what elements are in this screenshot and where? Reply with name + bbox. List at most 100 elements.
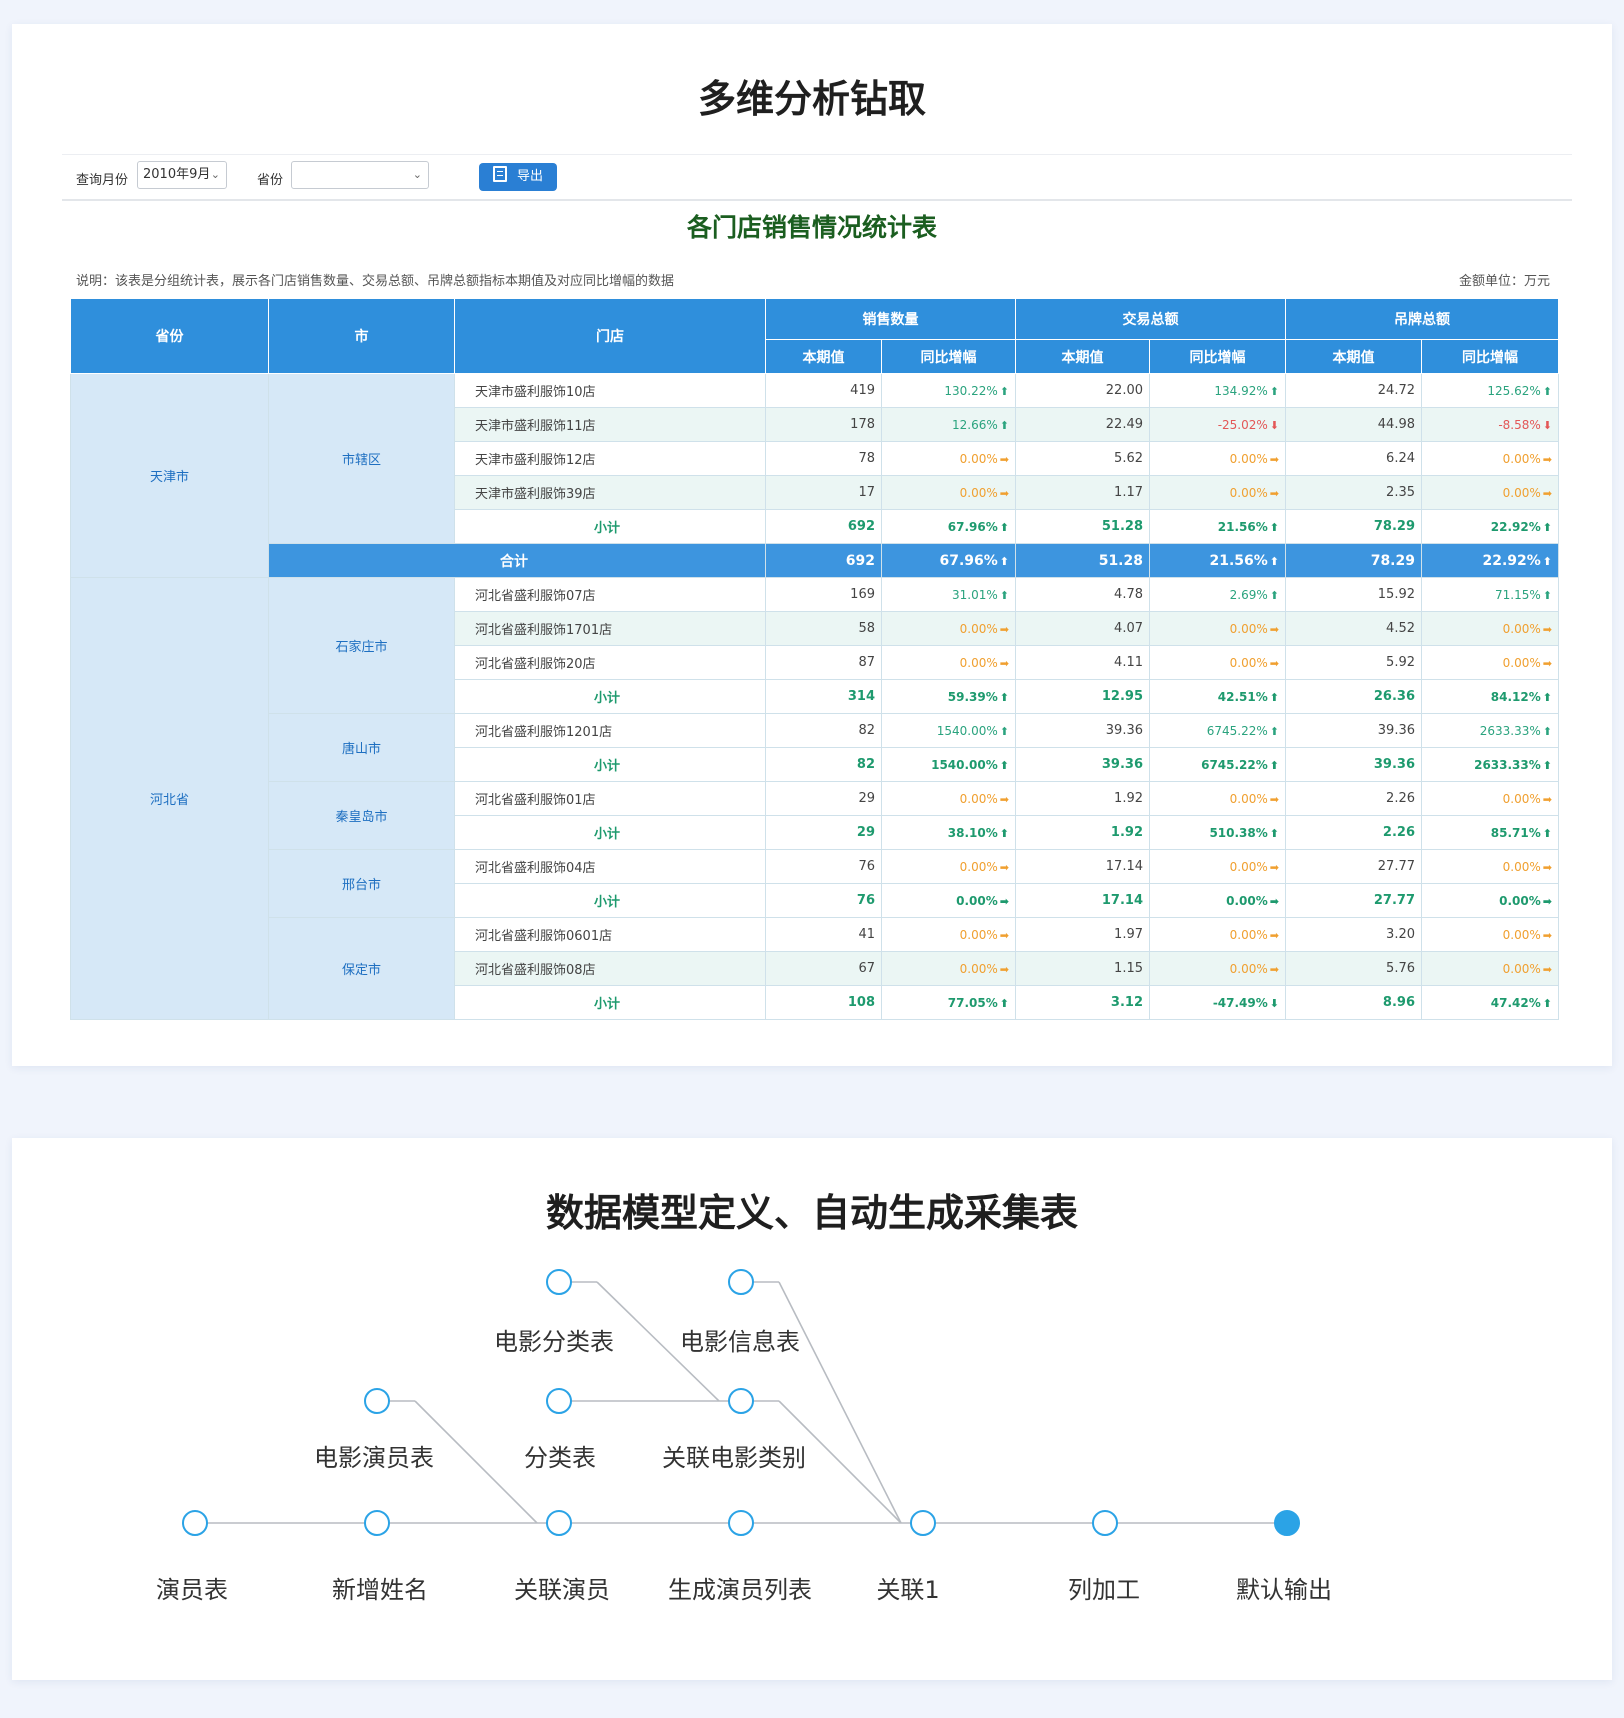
flow-node-label: 分类表	[524, 1444, 596, 1472]
store-cell: 河北省盛利服饰1201店	[454, 713, 766, 748]
tag-yoy-value: 85.71%	[1490, 825, 1541, 840]
tag-yoy: 0.00% ➡	[1421, 917, 1559, 952]
city-cell: 市辖区	[268, 373, 455, 544]
tag-yoy-value: 0.00%	[1502, 621, 1541, 636]
flow-node-movie_cat[interactable]	[546, 1269, 572, 1295]
qty-yoy-value: 0.00%	[959, 859, 998, 874]
flow-node-join_actor[interactable]	[546, 1510, 572, 1536]
header-group-tag: 吊牌总额	[1285, 298, 1559, 340]
qty-current: 76	[765, 849, 882, 884]
amount-current: 39.36	[1015, 713, 1150, 748]
flow-node-label: 关联电影类别	[662, 1444, 806, 1472]
table-row: 秦皇岛市 河北省盛利服饰01店 29 0.00% ➡ 1.92 0.00% ➡ 2.26 0.00…	[71, 781, 1559, 850]
amount-yoy: 6745.22% ⬆	[1149, 713, 1286, 748]
qty-yoy: 0.00% ➡	[881, 611, 1016, 646]
tag-current: 26.36	[1285, 679, 1422, 714]
flow-edge	[778, 1281, 902, 1524]
flow-node-label: 新增姓名	[332, 1576, 428, 1604]
qty-current: 692	[765, 509, 882, 544]
qty-yoy: 0.00% ➡	[881, 645, 1016, 680]
arrow-flat-icon: ➡	[999, 452, 1009, 466]
amount-yoy-value: 0.00%	[1226, 893, 1268, 908]
arrow-flat-icon: ➡	[1269, 486, 1279, 500]
month-select[interactable]: 2010年9月 ⌄	[137, 161, 227, 189]
flow-node-label: 电影分类表	[494, 1328, 614, 1356]
flow-node-category[interactable]	[546, 1388, 572, 1414]
arrow-up-icon: ⬆	[999, 996, 1009, 1010]
flow-node-add_name[interactable]	[364, 1510, 390, 1536]
arrow-up-icon: ⬆	[1269, 690, 1279, 704]
arrow-flat-icon: ➡	[999, 894, 1009, 908]
flow-node-default_out[interactable]	[1274, 1510, 1300, 1536]
subtotal-label: 小计	[454, 509, 766, 544]
amount-yoy-value: 0.00%	[1229, 927, 1268, 942]
amount-yoy: 0.00% ➡	[1149, 951, 1286, 986]
flow-node-movie_info[interactable]	[728, 1269, 754, 1295]
qty-current: 314	[765, 679, 882, 714]
arrow-up-icon: ⬆	[1542, 996, 1552, 1010]
qty-yoy-value: 0.00%	[956, 893, 998, 908]
amount-yoy: 0.00% ➡	[1149, 475, 1286, 510]
amount-yoy-value: 0.00%	[1229, 791, 1268, 806]
qty-yoy: 130.22% ⬆	[881, 373, 1016, 408]
qty-yoy-value: 0.00%	[959, 655, 998, 670]
arrow-up-icon: ⬆	[999, 724, 1009, 738]
tag-yoy-value: 71.15%	[1495, 587, 1541, 602]
document-icon	[492, 166, 507, 182]
arrow-flat-icon: ➡	[1269, 452, 1279, 466]
tag-yoy: 71.15% ⬆	[1421, 577, 1559, 612]
store-cell: 河北省盛利服饰07店	[454, 577, 766, 612]
arrow-up-icon: ⬆	[1542, 520, 1552, 534]
store-cell: 天津市盛利服饰11店	[454, 407, 766, 442]
qty-current: 78	[765, 441, 882, 476]
qty-yoy-value: 77.05%	[947, 995, 998, 1010]
subtotal-label: 小计	[454, 883, 766, 918]
tag-current: 24.72	[1285, 373, 1422, 408]
qty-current: 76	[765, 883, 882, 918]
table-row: 河北省 石家庄市 河北省盛利服饰07店 169 31.01% ⬆ 4.78 2.69% ⬆ 15.…	[70, 577, 1559, 1020]
tag-yoy-value: 0.00%	[1502, 655, 1541, 670]
arrow-flat-icon: ➡	[1269, 792, 1279, 806]
flow-node-col_proc[interactable]	[1092, 1510, 1118, 1536]
tag-current: 15.92	[1285, 577, 1422, 612]
arrow-flat-icon: ➡	[999, 962, 1009, 976]
qty-current: 419	[765, 373, 882, 408]
total-row: 合计 692 67.96% ⬆ 51.28 21.56% ⬆ 78.29 22.92% ⬆	[71, 543, 1559, 578]
section-title: 多维分析钻取	[697, 77, 926, 121]
amount-current: 4.07	[1015, 611, 1150, 646]
flow-node-join1[interactable]	[910, 1510, 936, 1536]
amount-yoy: -47.49% ⬇	[1149, 985, 1286, 1020]
province-select[interactable]: ⌄	[291, 161, 429, 189]
arrow-flat-icon: ➡	[1269, 860, 1279, 874]
amount-current: 3.12	[1015, 985, 1150, 1020]
amount-yoy-value: 21.56%	[1209, 552, 1268, 569]
tag-yoy-value: 22.92%	[1490, 519, 1541, 534]
flow-node-gen_list[interactable]	[728, 1510, 754, 1536]
amount-current: 1.92	[1015, 781, 1150, 816]
export-button[interactable]: 导出	[479, 163, 557, 191]
amount-yoy-value: 0.00%	[1229, 451, 1268, 466]
flow-node-join_movie_cat[interactable]	[728, 1388, 754, 1414]
qty-yoy-value: 0.00%	[959, 451, 998, 466]
tag-yoy-value: 0.00%	[1502, 791, 1541, 806]
arrow-up-icon: ⬆	[999, 554, 1009, 568]
flow-node-movie_actor[interactable]	[364, 1388, 390, 1414]
flow-node-label: 关联1	[876, 1576, 940, 1604]
tag-yoy-value: 0.00%	[1502, 451, 1541, 466]
amount-current: 17.14	[1015, 883, 1150, 918]
arrow-flat-icon: ➡	[1542, 452, 1552, 466]
city-cell: 石家庄市	[268, 577, 455, 714]
header-current: 本期值	[1015, 339, 1150, 374]
arrow-flat-icon: ➡	[1542, 860, 1552, 874]
tag-current: 3.20	[1285, 917, 1422, 952]
arrow-up-icon: ⬆	[999, 384, 1009, 398]
amount-yoy: 2.69% ⬆	[1149, 577, 1286, 612]
arrow-down-icon: ⬇	[1269, 418, 1279, 432]
qty-current: 82	[765, 747, 882, 782]
arrow-up-icon: ⬆	[1269, 520, 1279, 534]
header-city: 市	[268, 298, 455, 374]
arrow-up-icon: ⬆	[1542, 690, 1552, 704]
qty-yoy: 0.00% ➡	[881, 475, 1016, 510]
qty-current: 108	[765, 985, 882, 1020]
flow-node-actor_table[interactable]	[182, 1510, 208, 1536]
